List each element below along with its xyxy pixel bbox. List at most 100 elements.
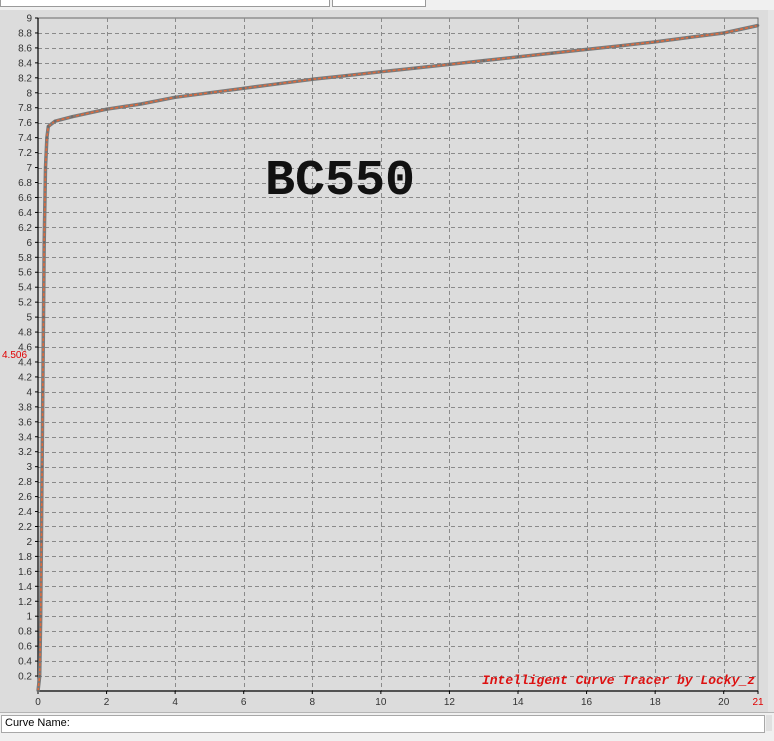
y-tick-label: 7.2	[18, 148, 32, 159]
data-point	[53, 119, 57, 123]
data-point	[45, 136, 49, 139]
data-point	[41, 390, 45, 394]
curve-name-label: Curve Name:	[5, 717, 70, 729]
curve-name-field[interactable]: Curve Name:	[1, 715, 765, 733]
y-tick-label: 5.4	[18, 283, 32, 294]
y-tick-label: 1.4	[18, 582, 32, 593]
cursor-y-readout: 4.506	[2, 350, 27, 361]
toolbar-field-right[interactable]	[332, 0, 426, 7]
y-tick-label: 2.4	[18, 507, 32, 518]
data-point	[276, 82, 280, 86]
data-point	[550, 51, 554, 55]
data-point	[242, 86, 246, 90]
data-point	[208, 91, 211, 95]
y-tick-label: 5.8	[18, 253, 32, 264]
y-tick-label: 1.6	[18, 567, 32, 578]
y-tick-label: 8	[26, 88, 32, 99]
data-point	[42, 315, 45, 319]
y-tick-label: 5.6	[18, 268, 32, 279]
y-tick-label: 7.4	[18, 133, 32, 144]
data-point	[722, 31, 726, 35]
y-tick-label: 2.8	[18, 477, 32, 488]
data-point	[38, 674, 42, 678]
y-tick-label: 8.4	[18, 58, 32, 69]
data-point	[688, 36, 691, 39]
x-tick-label: 0	[35, 697, 41, 708]
toolbar-field-left[interactable]	[0, 0, 330, 7]
y-tick-label: 3.6	[18, 417, 32, 428]
y-tick-label: 6	[26, 238, 32, 249]
data-point	[70, 115, 74, 119]
x-tick-label: 12	[444, 697, 456, 708]
y-tick-label: 7.6	[18, 118, 32, 129]
y-tick-label: 7	[26, 163, 32, 174]
curve-chart: 0.2 0.4 0.6 0.8 1 1.2 1.4 1.6 1.8 2 2.2 2.4 2.6 2.8 3 3…	[2, 14, 764, 709]
data-point	[42, 241, 46, 244]
x-tick-label: 8	[310, 697, 316, 708]
x-tick-label: 18	[650, 697, 662, 708]
data-point	[482, 59, 486, 62]
y-tick-label: 3.2	[18, 447, 32, 458]
data-point	[448, 63, 451, 66]
chart-frame: 0.2 0.4 0.6 0.8 1 1.2 1.4 1.6 1.8 2 2.2 2.4 2.6 2.8 3 3…	[0, 10, 769, 712]
y-tick-label: 3.4	[18, 432, 32, 443]
y-tick-label: 9	[26, 14, 32, 25]
data-point	[310, 78, 314, 81]
y-tick-label: 5.2	[18, 298, 32, 309]
cursor-x-readout: 21	[752, 697, 764, 708]
y-tick-label: 6.6	[18, 193, 32, 204]
y-tick-label: 1.8	[18, 552, 32, 563]
data-point	[40, 465, 44, 468]
y-tick-label: 8.6	[18, 43, 32, 54]
data-point	[413, 66, 417, 70]
data-point	[585, 48, 588, 51]
status-grip[interactable]	[766, 715, 772, 731]
x-tick-label: 20	[718, 697, 730, 708]
x-tick-label: 4	[172, 697, 178, 708]
y-tick-label: 1	[26, 612, 32, 623]
watermark-text: Intelligent Curve Tracer by Locky_z	[482, 673, 755, 688]
y-tick-label: 5	[26, 313, 32, 324]
y-tick-label: 2.2	[18, 522, 32, 533]
y-tick-label: 4.8	[18, 328, 32, 339]
data-point	[44, 166, 47, 169]
y-tick-label: 6.2	[18, 223, 32, 234]
data-point	[40, 540, 43, 543]
y-tick-label: 7.8	[18, 103, 32, 114]
data-point	[46, 125, 50, 128]
y-tick-label: 8.2	[18, 73, 32, 84]
y-tick-label: 6.4	[18, 208, 32, 219]
data-point	[139, 102, 143, 106]
chart-title: BC550	[265, 153, 415, 210]
y-tick-label: 0.8	[18, 627, 32, 638]
data-point	[105, 107, 108, 111]
y-tick-label: 2	[26, 537, 32, 548]
top-toolbar-strip	[0, 0, 774, 10]
data-point	[173, 95, 177, 99]
data-point	[36, 689, 40, 693]
y-tick-label: 3.8	[18, 402, 32, 413]
y-tick-label: 6.8	[18, 178, 32, 189]
data-point	[756, 24, 760, 27]
data-point	[39, 614, 43, 618]
data-point	[653, 40, 657, 44]
y-tick-label: 1.2	[18, 597, 32, 608]
right-scrollbar[interactable]	[768, 10, 774, 712]
x-tick-label: 10	[375, 697, 387, 708]
status-bar: Curve Name:	[0, 712, 774, 741]
y-tick-label: 8.8	[18, 28, 32, 39]
y-tick-label: 4	[26, 387, 32, 398]
data-point	[619, 44, 623, 47]
data-point	[516, 55, 520, 59]
x-tick-label: 14	[512, 697, 524, 708]
y-tick-label: 3	[26, 462, 32, 473]
data-point	[379, 70, 383, 74]
x-tick-label: 2	[104, 697, 110, 708]
x-tick-label: 16	[581, 697, 593, 708]
y-tick-label: 2.6	[18, 492, 32, 503]
plot-area	[37, 17, 759, 692]
y-tick-label: 0.2	[18, 672, 32, 683]
y-tick-label: 0.6	[18, 642, 32, 653]
x-tick-label: 6	[241, 697, 247, 708]
y-tick-label: 4.2	[18, 372, 32, 383]
